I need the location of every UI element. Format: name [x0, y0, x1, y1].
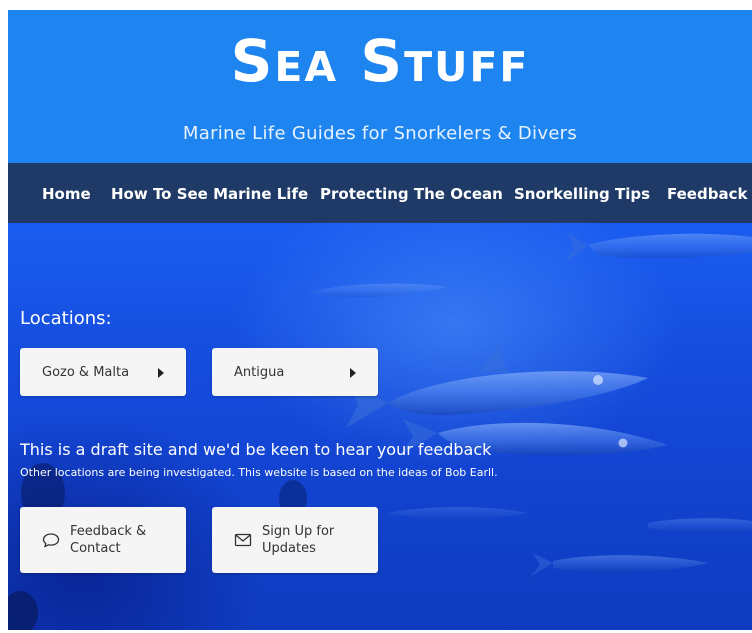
location-button-label: Antigua [234, 365, 285, 380]
site-header: Sea Stuff Marine Life Guides for Snorkel… [8, 10, 752, 163]
caret-right-icon [350, 368, 356, 378]
main-nav: Home How To See Marine Life Protecting T… [8, 163, 752, 223]
sign-up-updates-label: Sign Up for Updates [262, 524, 335, 556]
nav-item-feedback[interactable]: Feedback [667, 163, 747, 223]
nav-item-snorkelling-tips[interactable]: Snorkelling Tips [514, 163, 650, 223]
draft-site-message: This is a draft site and we'd be keen to… [20, 440, 492, 459]
envelope-icon [234, 533, 252, 547]
location-button-gozo-malta[interactable]: Gozo & Malta [20, 348, 186, 396]
hero-ocean-background: Locations: Gozo & Malta Antigua This is … [8, 223, 752, 630]
caret-right-icon [158, 368, 164, 378]
location-button-antigua[interactable]: Antigua [212, 348, 378, 396]
site-logo[interactable]: Sea Stuff [8, 22, 752, 100]
locations-heading: Locations: [20, 308, 112, 329]
nav-item-home[interactable]: Home [42, 163, 91, 223]
site-tagline: Marine Life Guides for Snorkelers & Dive… [182, 123, 578, 144]
location-button-label: Gozo & Malta [42, 365, 130, 380]
speech-bubble-icon [42, 533, 60, 548]
fish-shape [530, 553, 708, 577]
info-message: Other locations are being investigated. … [20, 466, 498, 479]
fish-shape [346, 345, 648, 428]
fish-shape [564, 233, 752, 263]
fish-shape [648, 518, 752, 533]
nav-item-how-to-see-marine-life[interactable]: How To See Marine Life [111, 163, 308, 223]
sign-up-updates-button[interactable]: Sign Up for Updates [212, 507, 378, 573]
feedback-contact-label: Feedback & Contact [70, 524, 147, 556]
page: Sea Stuff Marine Life Guides for Snorkel… [8, 10, 752, 630]
feedback-contact-button[interactable]: Feedback & Contact [20, 507, 186, 573]
dark-fish-shape [8, 591, 38, 630]
fish-shape [308, 283, 448, 298]
nav-item-protecting-the-ocean[interactable]: Protecting The Ocean [320, 163, 503, 223]
fish-shape [388, 507, 528, 520]
